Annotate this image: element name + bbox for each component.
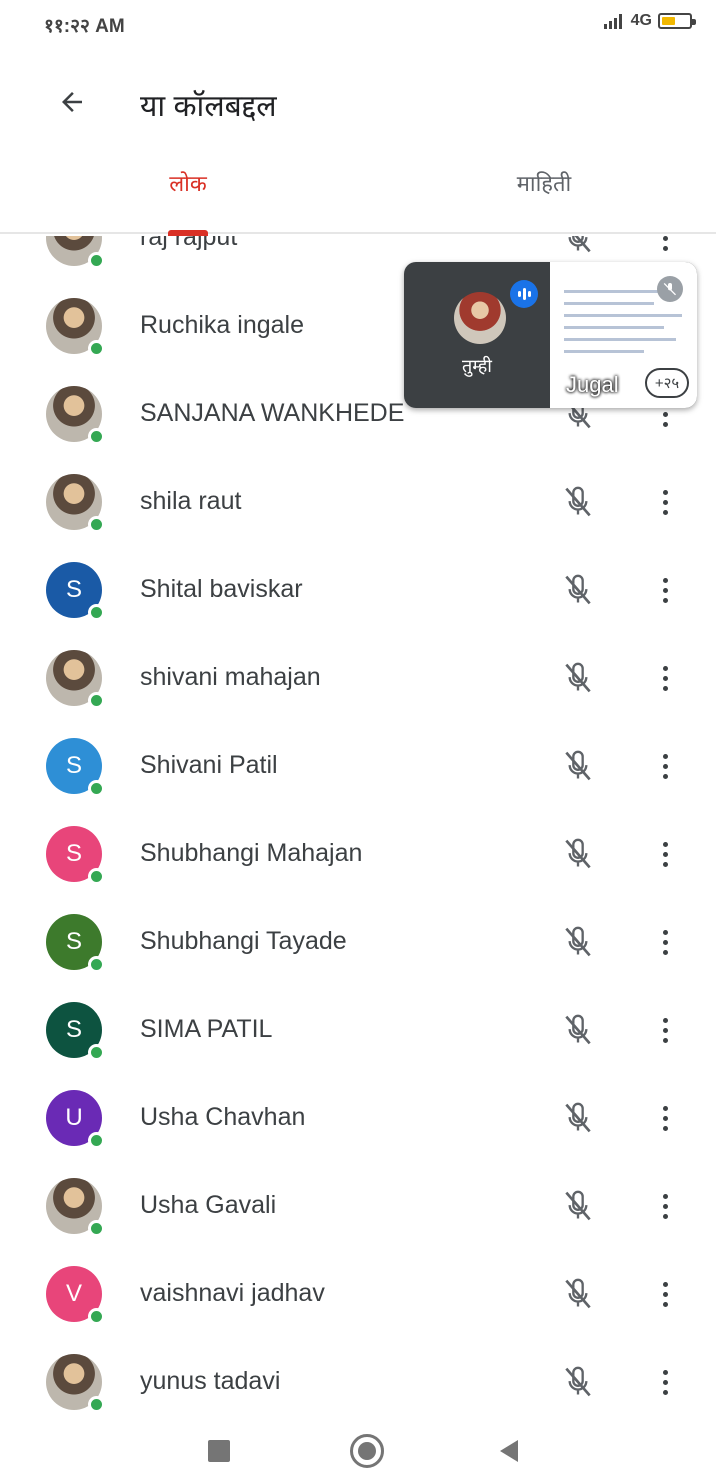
mic-off-icon: [657, 276, 683, 302]
presence-indicator: [88, 604, 105, 621]
participant-name: Usha Chavhan: [140, 1103, 306, 1131]
participant-row[interactable]: S Shivani Patil: [0, 722, 716, 810]
status-indicators: 4G: [603, 12, 696, 30]
participant-name: SIMA PATIL: [140, 1015, 273, 1043]
network-type: 4G: [630, 12, 652, 29]
participant-name: Shital baviskar: [140, 575, 303, 603]
app-bar: या कॉलबद्दल: [0, 70, 716, 134]
more-options-button[interactable]: [650, 1010, 680, 1050]
more-options-button[interactable]: [650, 1362, 680, 1402]
participant-name: Shubhangi Mahajan: [140, 839, 363, 867]
more-options-button[interactable]: [650, 834, 680, 874]
self-label: तुम्ही: [462, 356, 492, 376]
more-options-button[interactable]: [650, 1274, 680, 1314]
presence-indicator: [88, 516, 105, 533]
participant-name: shivani mahajan: [140, 663, 321, 691]
more-options-button[interactable]: [650, 482, 680, 522]
tab-info[interactable]: माहिती: [444, 168, 644, 198]
presence-indicator: [88, 780, 105, 797]
speaking-indicator-icon: [510, 280, 538, 308]
home-button[interactable]: [350, 1434, 384, 1468]
presence-indicator: [88, 692, 105, 709]
presence-indicator: [88, 1044, 105, 1061]
page-title: या कॉलबद्दल: [140, 90, 277, 123]
presence-indicator: [88, 868, 105, 885]
presence-indicator: [88, 340, 105, 357]
tab-people[interactable]: लोक: [88, 168, 288, 198]
presence-indicator: [88, 1396, 105, 1413]
mic-off-icon: [558, 1274, 598, 1314]
battery-icon: [658, 13, 696, 29]
participant-name: Ruchika ingale: [140, 311, 304, 339]
presence-indicator: [88, 1132, 105, 1149]
more-options-button[interactable]: [650, 236, 680, 258]
participant-name: vaishnavi jadhav: [140, 1279, 325, 1307]
mic-off-icon: [558, 922, 598, 962]
mic-off-icon: [558, 1186, 598, 1226]
mic-off-icon: [558, 658, 598, 698]
participant-name: yunus tadavi: [140, 1367, 281, 1395]
presence-indicator: [88, 252, 105, 269]
more-options-button[interactable]: [650, 1186, 680, 1226]
participant-row[interactable]: Vvaishnavi jadhav: [0, 1250, 716, 1338]
participant-row[interactable]: Usha Gavali: [0, 1162, 716, 1250]
participant-row[interactable]: shila raut: [0, 458, 716, 546]
participant-name: Usha Gavali: [140, 1191, 277, 1219]
self-avatar: [454, 292, 506, 344]
mic-off-icon: [558, 1098, 598, 1138]
mic-off-icon: [558, 1010, 598, 1050]
mic-off-icon: [558, 570, 598, 610]
system-nav-bar: [0, 1416, 716, 1475]
mic-off-icon: [558, 236, 598, 258]
more-options-button[interactable]: [650, 570, 680, 610]
mic-off-icon: [558, 1362, 598, 1402]
more-options-button[interactable]: [650, 746, 680, 786]
system-back-button[interactable]: [500, 1440, 518, 1462]
signal-icon: [603, 14, 622, 29]
participant-list[interactable]: raj rajput Ruchika ingale SANJANA WANKHEDE…: [0, 236, 716, 1416]
participant-row[interactable]: shivani mahajan: [0, 634, 716, 722]
pip-presenter-tile: Jugal +२५: [550, 262, 697, 408]
pip-window[interactable]: तुम्ही Jugal +२५: [404, 262, 697, 408]
presence-indicator: [88, 956, 105, 973]
participant-row[interactable]: U Usha Chavhan: [0, 1074, 716, 1162]
participant-name: shila raut: [140, 487, 242, 515]
participant-row[interactable]: S Shubhangi Mahajan: [0, 810, 716, 898]
status-time: ११:२२ AM: [44, 16, 125, 37]
home-icon: [358, 1442, 376, 1460]
participant-name: raj rajput: [140, 236, 238, 251]
mic-off-icon: [558, 834, 598, 874]
more-participants-badge: +२५: [645, 368, 689, 398]
participant-row[interactable]: S SIMA PATIL: [0, 986, 716, 1074]
presence-indicator: [88, 1220, 105, 1237]
mic-off-icon: [558, 746, 598, 786]
participant-name: Shivani Patil: [140, 751, 278, 779]
arrow-back-icon: [62, 92, 82, 112]
participant-row[interactable]: S Shubhangi Tayade: [0, 898, 716, 986]
back-button[interactable]: [50, 80, 94, 124]
recents-button[interactable]: [208, 1440, 230, 1462]
more-options-button[interactable]: [650, 922, 680, 962]
mic-off-icon: [558, 482, 598, 522]
presenter-label: Jugal: [566, 372, 619, 397]
presence-indicator: [88, 1308, 105, 1325]
participant-row[interactable]: S Shital baviskar: [0, 546, 716, 634]
participant-name: Shubhangi Tayade: [140, 927, 347, 955]
participant-name: SANJANA WANKHEDE: [140, 399, 405, 427]
presence-indicator: [88, 428, 105, 445]
pip-self-tile: तुम्ही: [404, 262, 550, 408]
more-options-button[interactable]: [650, 1098, 680, 1138]
status-bar: ११:२२ AM 4G: [0, 0, 716, 52]
more-options-button[interactable]: [650, 658, 680, 698]
participant-row[interactable]: yunus tadavi: [0, 1338, 716, 1416]
tab-bar: लोक माहिती: [0, 150, 716, 236]
